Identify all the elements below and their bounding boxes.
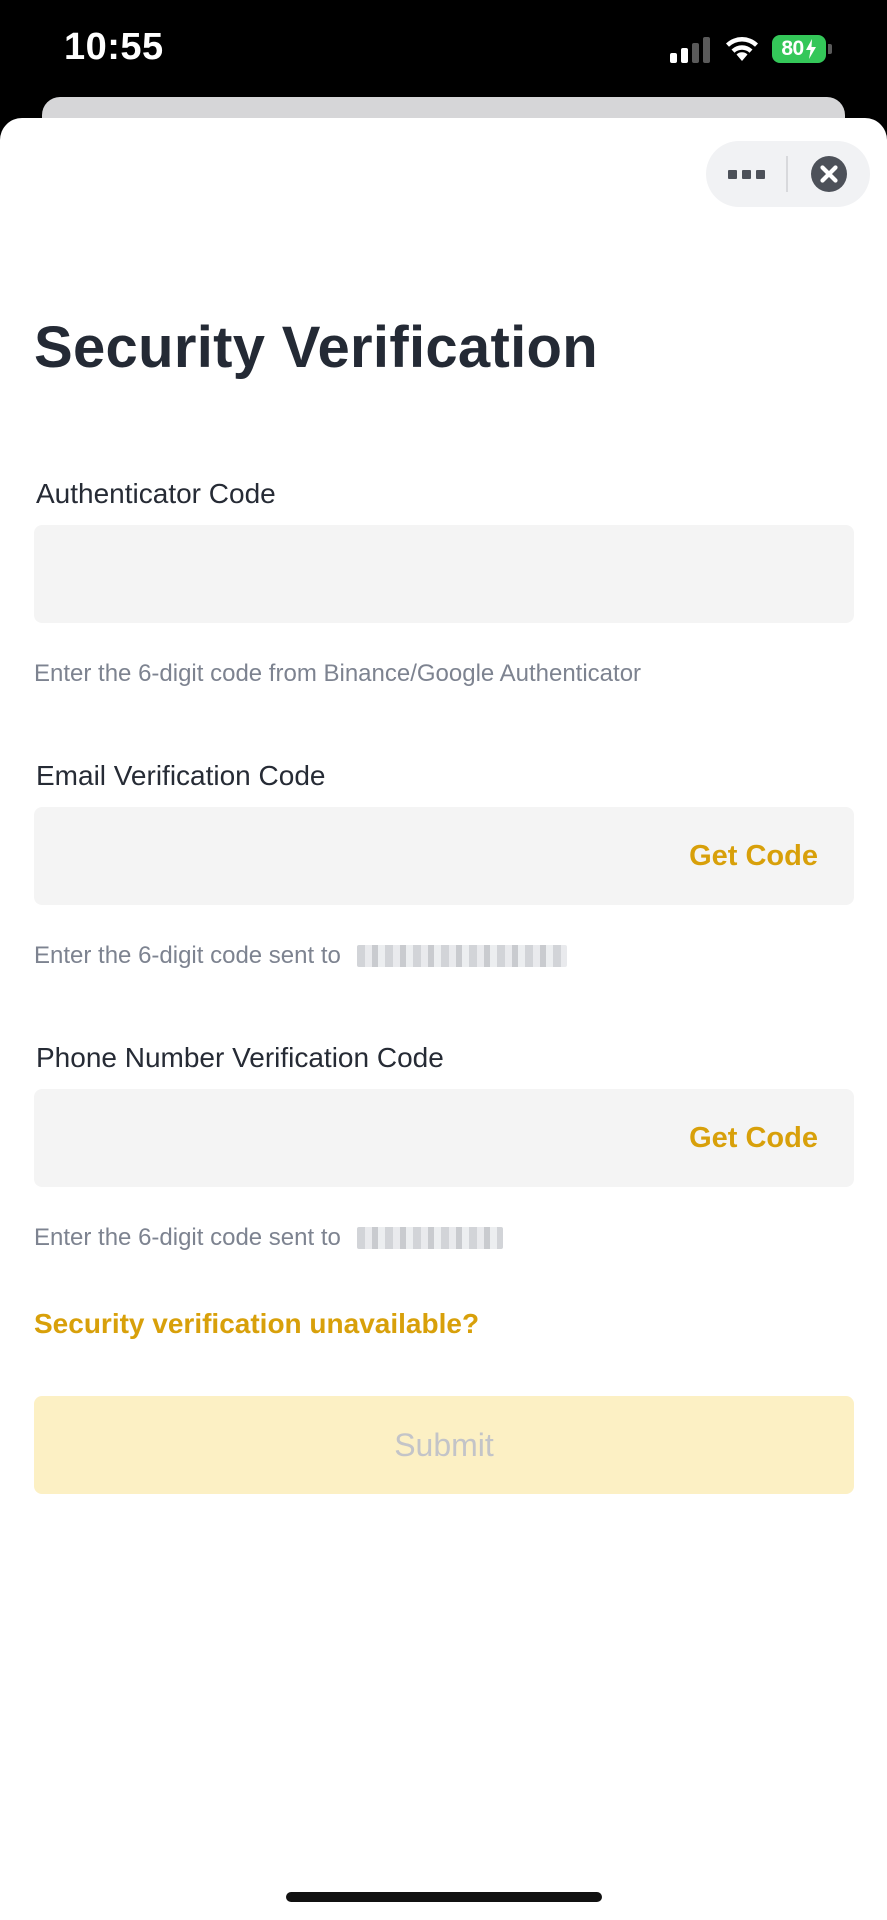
authenticator-hint-text: Enter the 6-digit code from Binance/Goog… [34,660,642,687]
email-code-field[interactable]: Get Code [34,807,854,905]
close-button[interactable] [788,141,870,207]
phone-code-field[interactable]: Get Code [34,1089,854,1187]
authenticator-code-hint: Enter the 6-digit code from Binance/Goog… [34,660,641,688]
authenticator-code-input[interactable] [34,525,854,623]
more-dot [755,169,765,179]
phone-hint-text: Enter the 6-digit code sent to [34,1224,341,1251]
header-capsule [706,141,870,207]
charging-bolt-icon [805,39,816,59]
cellular-signal-icon [670,37,710,63]
redacted-phone [356,1227,503,1249]
battery-cap [828,44,832,54]
page-title: Security Verification [34,315,598,380]
status-bar: 10:55 80 [0,0,887,100]
status-time: 10:55 [64,26,164,68]
submit-button[interactable]: Submit [34,1396,854,1494]
authenticator-code-label: Authenticator Code [36,478,276,509]
email-hint-text: Enter the 6-digit code sent to [34,942,341,969]
security-verification-unavailable-link[interactable]: Security verification unavailable? [34,1308,479,1340]
battery-level: 80 [781,37,804,60]
wifi-icon [726,37,758,61]
phone-get-code-button[interactable]: Get Code [689,1122,818,1155]
battery-icon: 80 [772,35,826,63]
authenticator-code-field[interactable] [34,525,854,623]
more-button[interactable] [706,141,786,207]
more-dot [727,169,737,179]
email-get-code-button[interactable]: Get Code [689,840,818,873]
close-circle-icon [811,156,847,192]
modal-sheet [0,118,887,1920]
more-dot [741,169,751,179]
redacted-email [356,945,567,967]
home-indicator [286,1892,602,1902]
phone-code-label: Phone Number Verification Code [36,1042,444,1073]
email-code-label: Email Verification Code [36,760,326,791]
phone-code-hint: Enter the 6-digit code sent to [34,1224,503,1252]
email-code-hint: Enter the 6-digit code sent to [34,942,567,970]
